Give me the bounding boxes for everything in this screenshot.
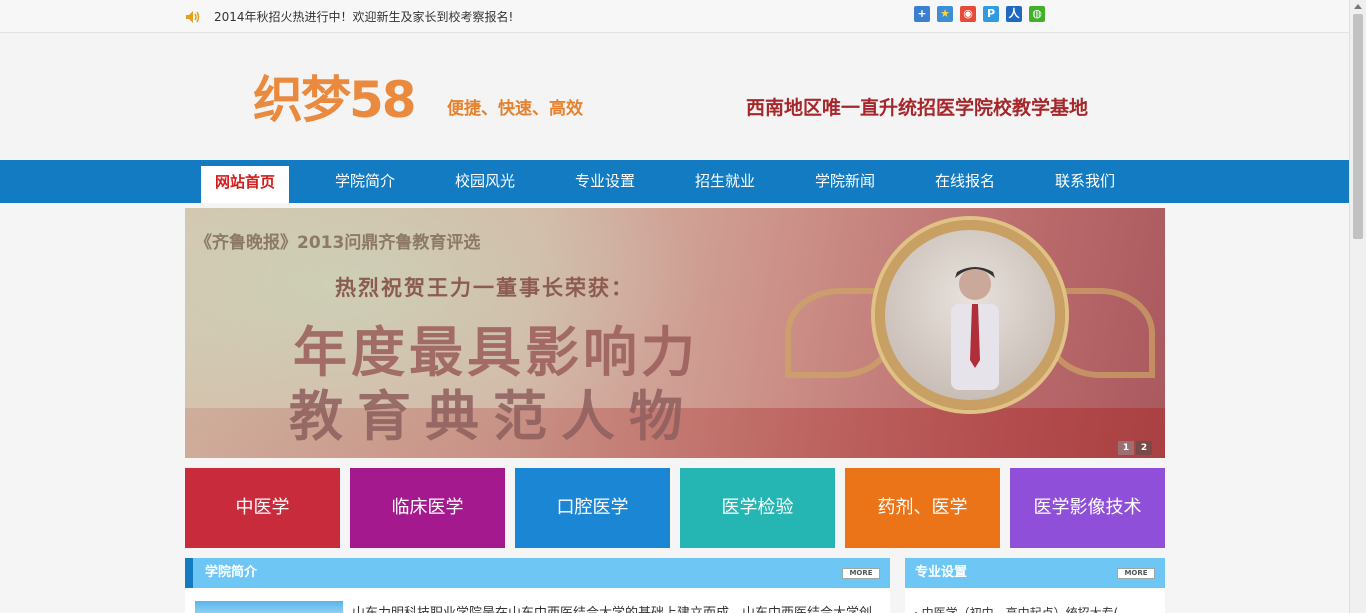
intro-more-button[interactable]: MORE xyxy=(842,568,880,579)
majors-more-button[interactable]: MORE xyxy=(1117,568,1155,579)
scroll-up-arrow-icon[interactable] xyxy=(1354,4,1362,9)
site-header xyxy=(0,34,1349,160)
banner-caption-congrats: 热烈祝贺王力一董事长荣获： xyxy=(335,276,634,300)
add-share-icon[interactable]: + xyxy=(914,6,930,22)
majors-section-title: 专业设置 xyxy=(915,565,968,580)
intro-thumbnail[interactable] xyxy=(195,601,343,613)
major-tile-clinical[interactable]: 临床医学 xyxy=(350,468,505,548)
nav-item-news[interactable]: 学院新闻 xyxy=(805,160,885,203)
nav-item-apply[interactable]: 在线报名 xyxy=(925,160,1005,203)
major-tile-imaging[interactable]: 医学影像技术 xyxy=(1010,468,1165,548)
banner-medal-photo xyxy=(875,220,1065,410)
page-scrollbar[interactable] xyxy=(1349,0,1366,613)
site-slogan: 便捷、快速、高效 xyxy=(447,99,583,119)
banner-dot[interactable]: 1 xyxy=(1118,441,1134,455)
banner-subheadline: 教育典范人物 xyxy=(289,384,697,448)
major-tile-lab[interactable]: 医学检验 xyxy=(680,468,835,548)
nav-item-campus[interactable]: 校园风光 xyxy=(445,160,525,203)
intro-summary-text[interactable]: 山东力明科技职业学院是在山东中西医结合大学的基础上建立而成，山东中西医结合大学创… xyxy=(352,602,872,613)
banner-dot[interactable]: 2 xyxy=(1136,441,1152,455)
major-tile-dental[interactable]: 口腔医学 xyxy=(515,468,670,548)
intro-section-title: 学院简介 xyxy=(205,565,258,580)
major-tile-tcm[interactable]: 中医学 xyxy=(185,468,340,548)
base-title: 西南地区唯一直升统招医学院校教学基地 xyxy=(746,97,1089,119)
weibo-share-icon[interactable]: ◉ xyxy=(960,6,976,22)
nav-item-contact[interactable]: 联系我们 xyxy=(1045,160,1125,203)
wechat-share-icon[interactable]: ◍ xyxy=(1029,6,1045,22)
top-notice-bar: 2014年秋招火热进行中！欢迎新生及家长到校考察报名! + ★ ◉ P 人 ◍ xyxy=(0,0,1349,33)
main-nav: 网站首页 学院简介 校园风光 专业设置 招生就业 学院新闻 在线报名 联系我们 xyxy=(0,160,1349,203)
major-tiles: 中医学 临床医学 口腔医学 医学检验 药剂、医学 医学影像技术 xyxy=(185,468,1165,548)
majors-section-header: 专业设置 MORE xyxy=(905,558,1165,588)
banner-pager: 1 2 xyxy=(1118,441,1152,455)
nav-item-admission[interactable]: 招生就业 xyxy=(685,160,765,203)
nav-item-about[interactable]: 学院简介 xyxy=(325,160,405,203)
banner-caption-source: 《齐鲁晚报》2013问鼎齐鲁教育评选 xyxy=(195,233,481,253)
major-tile-pharmacy[interactable]: 药剂、医学 xyxy=(845,468,1000,548)
majors-list-item[interactable]: · 中医学（初中、高中起点）统招大专( xyxy=(914,604,1154,613)
speaker-icon xyxy=(186,11,200,23)
tencent-weibo-share-icon[interactable]: P xyxy=(983,6,999,22)
qzone-share-icon[interactable]: ★ xyxy=(937,6,953,22)
person-photo xyxy=(951,267,999,390)
notice-text: 2014年秋招火热进行中！欢迎新生及家长到校考察报名! xyxy=(214,10,514,24)
nav-item-majors[interactable]: 专业设置 xyxy=(565,160,645,203)
scrollbar-thumb[interactable] xyxy=(1353,14,1363,239)
banner-slideshow[interactable]: 《齐鲁晚报》2013问鼎齐鲁教育评选 热烈祝贺王力一董事长荣获： 年度最具影响力… xyxy=(185,208,1165,458)
share-toolbar: + ★ ◉ P 人 ◍ xyxy=(914,6,1045,22)
intro-section-header: 学院简介 MORE xyxy=(185,558,890,588)
site-logo[interactable]: 织梦58 xyxy=(253,70,417,130)
nav-item-home[interactable]: 网站首页 xyxy=(201,166,289,203)
renren-share-icon[interactable]: 人 xyxy=(1006,6,1022,22)
